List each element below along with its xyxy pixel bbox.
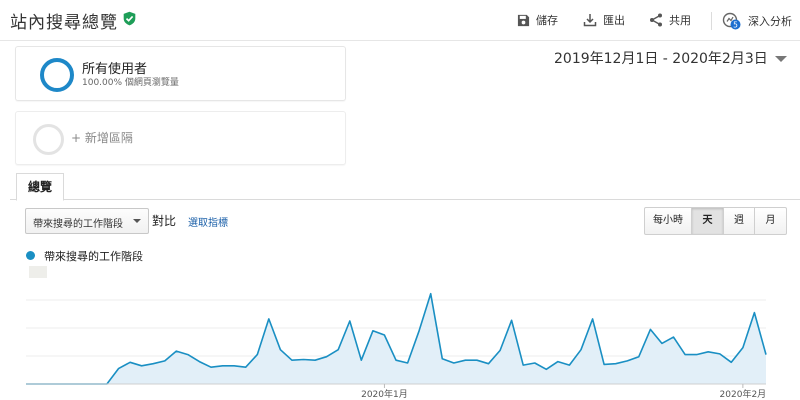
insights-icon: 5	[722, 12, 741, 30]
share-label: 共用	[669, 14, 691, 27]
export-button[interactable]: 匯出	[583, 12, 625, 28]
segment-color-ring-icon	[40, 58, 74, 92]
granularity-hourly-button[interactable]: 每小時	[644, 207, 692, 235]
download-icon	[583, 14, 597, 27]
tab-strip-divider	[10, 199, 800, 200]
metric-select-value: 帶來搜尋的工作階段	[33, 219, 123, 230]
segment-percentage: 100.00% 個網頁瀏覽量	[82, 78, 179, 88]
metric-select[interactable]: 帶來搜尋的工作階段	[25, 208, 149, 234]
legend-series-label: 帶來搜尋的工作階段	[44, 250, 143, 263]
tab-overview[interactable]: 總覽	[16, 173, 64, 201]
export-label: 匯出	[603, 14, 625, 27]
x-tick-label: 2020年2月	[720, 388, 767, 400]
share-button[interactable]: 共用	[649, 12, 691, 28]
series-area-fill	[26, 293, 766, 384]
date-range-picker[interactable]: 2019年12月1日 - 2020年2月3日	[554, 48, 768, 68]
chevron-down-icon	[133, 219, 141, 223]
save-label: 儲存	[536, 14, 558, 27]
share-icon	[650, 13, 662, 27]
x-tick-label: 2020年1月	[361, 388, 408, 400]
chevron-down-icon[interactable]	[775, 56, 787, 62]
sessions-area-chart: 2020年1月 2020年2月	[26, 292, 767, 400]
save-button[interactable]: 儲存	[517, 12, 558, 28]
add-segment-label: + 新增區隔	[71, 131, 133, 145]
x-axis: 2020年1月 2020年2月	[26, 383, 767, 400]
verified-shield-icon	[123, 11, 136, 26]
insights-button[interactable]: 5 深入分析	[722, 12, 792, 30]
insights-label: 深入分析	[748, 15, 792, 28]
save-icon	[517, 14, 530, 26]
granularity-month-button[interactable]: 月	[754, 207, 787, 235]
granularity-day-button[interactable]: 天	[691, 207, 724, 235]
choose-metric-link[interactable]: 選取指標	[188, 214, 228, 229]
compare-label: 對比	[152, 214, 177, 228]
page-title: 站內搜尋總覽	[10, 13, 118, 33]
insights-count-badge: 5	[733, 20, 738, 29]
segment-all-users-card[interactable]: 所有使用者 100.00% 個網頁瀏覽量	[15, 46, 346, 101]
legend-series-dot	[26, 251, 35, 260]
empty-segment-ring-icon	[33, 124, 64, 155]
granularity-week-button[interactable]: 週	[723, 207, 755, 235]
toolbar-divider	[711, 12, 712, 30]
add-segment-card[interactable]: + 新增區隔	[15, 111, 346, 165]
